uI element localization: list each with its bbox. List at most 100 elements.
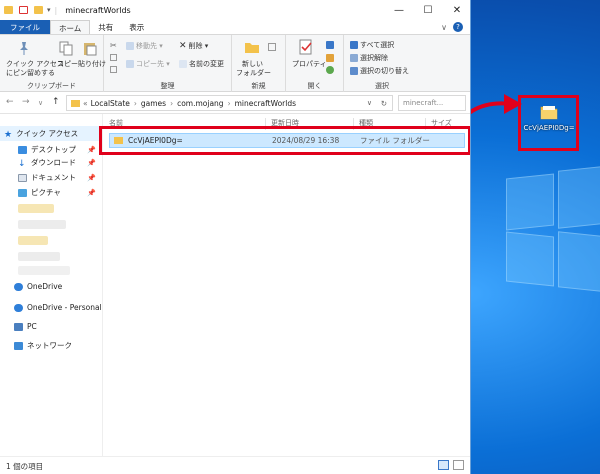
refresh-icon[interactable]: ↻	[381, 99, 387, 108]
sidebar-item-documents[interactable]: ドキュメント 📌	[0, 170, 102, 185]
details-view-icon[interactable]	[438, 460, 449, 470]
paste-icon	[84, 43, 97, 56]
invert-selection-label: 選択の切り替え	[360, 67, 409, 75]
breadcrumb-separator: ›	[170, 98, 174, 108]
organize-group: ✂ 移動先 ▾ コピー先 ▾ ✕ 削除 ▾ 名前の変更 整理	[104, 35, 232, 93]
select-none-button[interactable]: 選択解除	[350, 53, 388, 63]
address-dropdown-icon[interactable]: ∨	[367, 99, 372, 107]
up-button[interactable]: ↑	[52, 97, 60, 107]
properties-icon	[299, 39, 312, 55]
breadcrumb-localstate[interactable]: LocalState	[91, 99, 130, 108]
select-group: すべて選択 選択解除 選択の切り替え 選択	[344, 35, 420, 93]
network-icon	[14, 341, 23, 350]
help-icon[interactable]: ?	[453, 22, 463, 32]
select-all-icon	[350, 41, 358, 49]
copy-button[interactable]: コピー	[57, 59, 78, 69]
tab-home[interactable]: ホーム	[50, 20, 91, 35]
blurred-item	[18, 236, 48, 245]
breadcrumb-com-mojang[interactable]: com.mojang	[177, 99, 224, 108]
search-input[interactable]: minecraft...	[398, 95, 466, 111]
sidebar-item-pc[interactable]: PC	[0, 319, 102, 334]
pin-icon	[20, 42, 28, 55]
breadcrumb-minecraftworlds[interactable]: minecraftWorlds	[235, 99, 296, 108]
pin-icon[interactable]: 📌	[87, 174, 96, 182]
download-icon: ↓	[18, 158, 26, 169]
windows-logo-pane	[506, 231, 554, 287]
window-title: minecraftWorlds	[65, 5, 131, 15]
pictures-icon	[18, 188, 27, 197]
move-to-button[interactable]: 移動先 ▾	[126, 41, 163, 51]
paste-button[interactable]: 貼り付け	[78, 59, 106, 69]
windows-logo-pane	[558, 165, 600, 229]
invert-selection-icon	[350, 67, 358, 75]
breadcrumb-games[interactable]: games	[141, 99, 166, 108]
address-overflow-button[interactable]: «	[83, 99, 88, 108]
sidebar-item-pictures[interactable]: ピクチャ 📌	[0, 185, 102, 200]
ribbon: クイック アクセス にピン留めする コピー 貼り付け クリップボード ✂ 移動先…	[0, 34, 470, 93]
blurred-item	[18, 220, 66, 229]
tab-file[interactable]: ファイル	[0, 20, 50, 35]
blurred-item	[18, 204, 54, 213]
quick-access-label: クイック アクセス	[16, 129, 79, 138]
edit-icon[interactable]	[326, 54, 334, 62]
copy-to-button[interactable]: コピー先 ▾	[126, 59, 170, 69]
expand-ribbon-icon[interactable]: ∨	[441, 23, 447, 32]
close-button[interactable]: ✕	[443, 0, 470, 20]
new-item-icon[interactable]	[268, 43, 276, 51]
title-bar: ▾ | minecraftWorlds — ☐ ✕	[0, 0, 470, 20]
minimize-button[interactable]: —	[385, 0, 413, 20]
delete-icon: ✕	[179, 41, 187, 51]
open-group: プロパティ 開く	[286, 35, 344, 93]
new-folder-button-line2[interactable]: フォルダー	[236, 68, 271, 78]
recent-locations-button[interactable]: ∨	[38, 99, 43, 107]
file-list: 名前 更新日時 種類 サイズ CcVjAEPI0Dg= 2024/08/29 1…	[99, 114, 470, 456]
copy-path-icon[interactable]	[110, 54, 117, 61]
delete-button[interactable]: ✕ 削除 ▾	[179, 41, 208, 51]
invert-selection-button[interactable]: 選択の切り替え	[350, 66, 409, 76]
pin-icon[interactable]: 📌	[87, 146, 96, 154]
history-icon[interactable]	[326, 66, 334, 74]
pin-quick-access-button-line2[interactable]: にピン留めする	[6, 68, 55, 78]
properties-quick-icon[interactable]	[19, 6, 28, 14]
sidebar-item-quick-access[interactable]: ★ クイック アクセス	[0, 126, 102, 141]
tab-share[interactable]: 共有	[90, 20, 121, 35]
copy-to-label: コピー先 ▾	[136, 60, 170, 68]
large-icons-view-icon[interactable]	[453, 460, 464, 470]
open-icon[interactable]	[326, 41, 334, 49]
blurred-item	[18, 252, 60, 261]
forward-button[interactable]: →	[22, 97, 30, 107]
properties-button[interactable]: プロパティ	[292, 59, 327, 69]
customize-chevron-icon[interactable]: ▾	[47, 6, 51, 14]
sidebar-item-downloads[interactable]: ↓ ダウンロード 📌	[0, 155, 102, 170]
sidebar-item-onedrive-personal[interactable]: OneDrive - Personal	[0, 300, 102, 315]
folder-icon	[71, 99, 80, 107]
pc-label: PC	[27, 322, 37, 331]
document-icon	[18, 173, 27, 182]
select-none-label: 選択解除	[360, 54, 388, 62]
windows-logo-pane	[558, 231, 600, 293]
clipboard-group: クイック アクセス にピン留めする コピー 貼り付け クリップボード	[0, 35, 106, 93]
onedrive-personal-label: OneDrive - Personal	[27, 303, 102, 312]
organize-group-label: 整理	[160, 82, 175, 90]
windows-logo-pane	[506, 173, 554, 231]
item-count: 1 個の項目	[6, 462, 44, 471]
select-all-label: すべて選択	[360, 41, 395, 49]
select-all-button[interactable]: すべて選択	[350, 40, 394, 50]
rename-button[interactable]: 名前の変更	[179, 59, 224, 69]
new-folder-quick-icon[interactable]	[34, 6, 43, 14]
sidebar-item-onedrive[interactable]: OneDrive	[0, 279, 102, 294]
pin-icon[interactable]: 📌	[87, 159, 96, 167]
cloud-icon	[14, 303, 23, 312]
sidebar-item-network[interactable]: ネットワーク	[0, 338, 102, 353]
back-button[interactable]: ←	[6, 97, 14, 107]
rename-label: 名前の変更	[189, 60, 224, 68]
cut-icon[interactable]: ✂	[110, 41, 117, 50]
pin-icon[interactable]: 📌	[87, 189, 96, 197]
maximize-button[interactable]: ☐	[414, 0, 442, 20]
tab-view[interactable]: 表示	[121, 20, 152, 35]
desktop-label: デスクトップ	[31, 145, 76, 154]
paste-shortcut-icon[interactable]	[110, 66, 117, 73]
breadcrumb-separator: ›	[133, 98, 137, 108]
title-divider: |	[54, 5, 58, 15]
address-bar[interactable]: « LocalState › games › com.mojang › mine…	[66, 95, 393, 111]
